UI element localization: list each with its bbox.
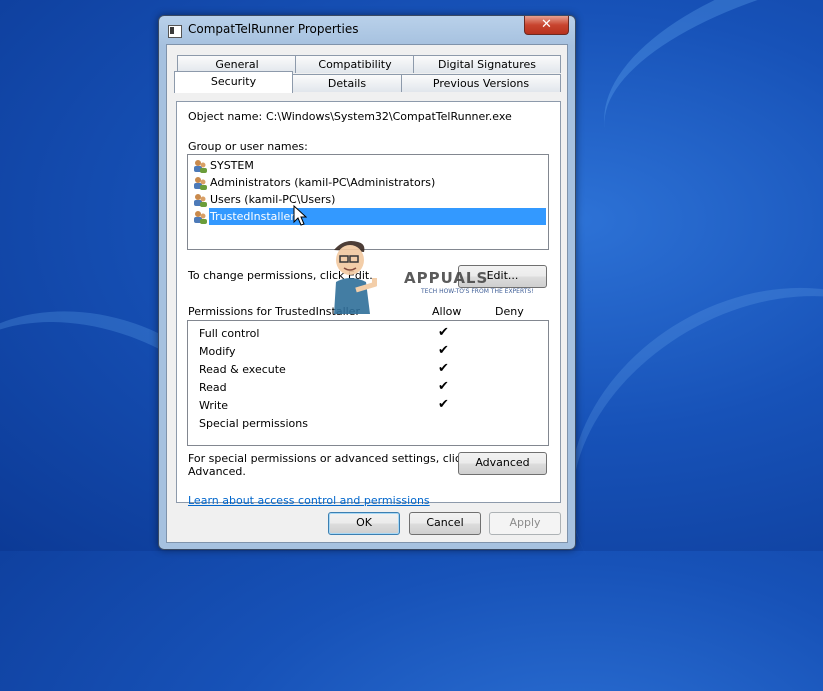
file-icon [168, 25, 182, 38]
user-group-icon [192, 159, 208, 173]
list-item[interactable]: Users (kamil-PC\Users) [192, 191, 335, 208]
object-name-value: C:\Windows\System32\CompatTelRunner.exe [266, 110, 512, 123]
tab-details[interactable]: Details [292, 74, 402, 92]
special-permissions-text-1: For special permissions or advanced sett… [188, 452, 468, 465]
group-label: Group or user names: [188, 140, 308, 153]
user-group-icon [192, 193, 208, 207]
user-name: TrustedInstaller [210, 210, 295, 223]
special-permissions-text-2: Advanced. [188, 465, 246, 478]
allow-check-icon: ✔ [438, 379, 449, 394]
ok-button[interactable]: OK [328, 512, 400, 535]
permission-name: Write [199, 399, 229, 412]
user-group-icon [192, 210, 208, 224]
allow-check-icon: ✔ [438, 325, 449, 340]
permission-name: Modify [199, 345, 236, 358]
allow-check-icon: ✔ [438, 397, 449, 412]
list-item[interactable]: SYSTEM [192, 157, 254, 174]
watermark-tagline: TECH HOW-TO'S FROM THE EXPERTS! [421, 288, 534, 295]
desktop-streak [580, 0, 823, 248]
close-button[interactable]: ✕ [524, 16, 569, 35]
mouse-cursor-icon [293, 205, 307, 226]
user-name: Users (kamil-PC\Users) [210, 193, 336, 206]
tab-compatibility[interactable]: Compatibility [295, 55, 415, 73]
object-name-label: Object name: [188, 110, 263, 123]
permission-name: Read & execute [199, 363, 286, 376]
learn-more-link[interactable]: Learn about access control and permissio… [188, 494, 430, 507]
list-item[interactable]: Administrators (kamil-PC\Administrators) [192, 174, 435, 191]
user-list[interactable]: SYSTEM Administrators (kamil-PC\Administ… [187, 154, 549, 250]
cancel-button[interactable]: Cancel [409, 512, 481, 535]
permission-name: Special permissions [199, 417, 308, 430]
advanced-button[interactable]: Advanced [458, 452, 547, 475]
user-name: Administrators (kamil-PC\Administrators) [210, 176, 436, 189]
user-name: SYSTEM [210, 159, 254, 172]
title-bar[interactable]: CompatTelRunner Properties ✕ [159, 16, 575, 44]
apply-button[interactable]: Apply [489, 512, 561, 535]
allow-check-icon: ✔ [438, 361, 449, 376]
watermark-brand: APPUALS [404, 269, 489, 287]
list-item-selected[interactable]: TrustedInstaller [192, 208, 295, 225]
appuals-watermark: APPUALS TECH HOW-TO'S FROM THE EXPERTS! [326, 238, 534, 318]
permission-name: Full control [199, 327, 260, 340]
tab-previous-versions[interactable]: Previous Versions [401, 74, 561, 92]
user-group-icon [192, 176, 208, 190]
permissions-list[interactable]: Full control ✔ Modify ✔ Read & execute ✔… [187, 320, 549, 446]
tab-digital-signatures[interactable]: Digital Signatures [413, 55, 561, 73]
permission-name: Read [199, 381, 227, 394]
tab-security[interactable]: Security [174, 71, 293, 93]
allow-check-icon: ✔ [438, 343, 449, 358]
mascot-icon [334, 241, 377, 314]
window-title: CompatTelRunner Properties [188, 22, 359, 36]
